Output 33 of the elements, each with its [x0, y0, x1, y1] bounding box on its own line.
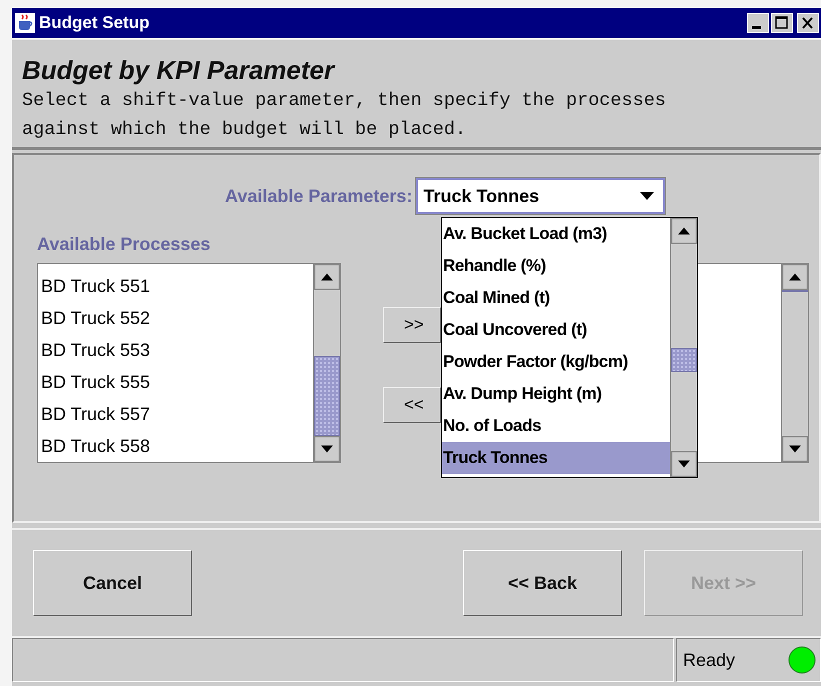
list-item[interactable]: BD Truck 552 — [38, 302, 313, 334]
minimize-icon[interactable] — [747, 13, 769, 33]
dropdown-option[interactable]: Coal Uncovered (t) — [442, 314, 670, 346]
transfer-button[interactable]: << — [383, 387, 441, 423]
instructions-text: Select a shift-value parameter, then specify the processes against which the budget will be placed. — [22, 89, 667, 142]
list-item[interactable]: BD Truck 553 — [38, 334, 313, 366]
list-item[interactable]: BD Truck 557 — [38, 398, 313, 430]
list-item[interactable]: BD Truck 555 — [38, 366, 313, 398]
cup-icon — [15, 13, 35, 33]
dropdown-option[interactable]: Coal Mined (t) — [442, 282, 670, 314]
window-title: Budget Setup — [39, 13, 150, 33]
dialog-button[interactable]: Cancel — [33, 550, 192, 616]
dropdown-option[interactable]: Av. Bucket Load (m3) — [442, 218, 670, 250]
list-item[interactable]: BD Truck 551 — [38, 270, 313, 302]
parameters-label: Available Parameters: — [225, 186, 412, 206]
parameter-dropdown[interactable]: Truck Tonnes — [416, 178, 666, 214]
page-heading: Budget by KPI Parameter — [22, 54, 336, 86]
dropdown-option[interactable]: No. of Loads — [442, 410, 670, 442]
scrollbar[interactable] — [670, 218, 697, 477]
processes-label: Available Processes — [37, 234, 212, 255]
status-text: Ready — [683, 650, 736, 670]
maximize-icon[interactable] — [771, 13, 793, 33]
close-icon[interactable] — [797, 13, 819, 33]
dropdown-option[interactable]: Powder Factor (kg/bcm) — [442, 346, 670, 378]
transfer-button[interactable]: >> — [383, 307, 441, 343]
dropdown-option[interactable]: Truck Tonnes — [442, 442, 670, 474]
dropdown-option[interactable]: Av. Dump Height (m) — [442, 378, 670, 410]
list-item[interactable]: BD Truck 558 — [38, 430, 313, 462]
caret-icon — [639, 191, 656, 201]
dialog-button[interactable]: << Back — [463, 550, 622, 616]
dropdown-option[interactable]: Rehandle (%) — [442, 250, 670, 282]
scrollbar[interactable] — [781, 264, 808, 462]
scrollbar[interactable] — [313, 264, 340, 462]
